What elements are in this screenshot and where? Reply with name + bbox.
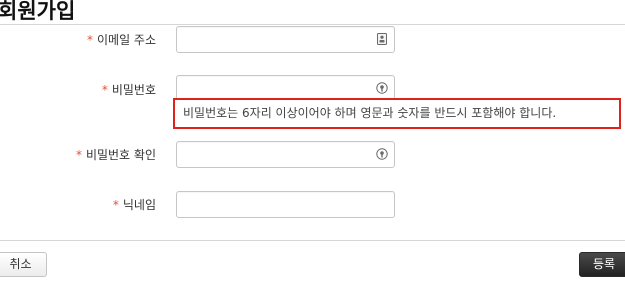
cancel-button[interactable]: 취소 [0, 252, 47, 277]
email-field[interactable] [176, 26, 395, 53]
nickname-label-text: 닉네임 [122, 198, 156, 212]
key-icon [376, 148, 388, 160]
required-mark: * [86, 33, 93, 47]
submit-button[interactable]: 등록 [579, 252, 625, 277]
footer-divider [0, 240, 625, 241]
email-label-text: 이메일 주소 [96, 33, 156, 47]
required-mark: * [101, 83, 108, 97]
password-confirm-label: * 비밀번호 확인 [76, 147, 156, 163]
id-card-icon [376, 33, 388, 45]
password-confirm-field[interactable] [176, 141, 395, 168]
title-divider [0, 24, 625, 25]
password-label-text: 비밀번호 [111, 83, 156, 97]
required-mark: * [112, 198, 119, 212]
password-confirm-label-text: 비밀번호 확인 [85, 148, 156, 162]
nickname-label: * 닉네임 [113, 197, 156, 213]
key-icon [376, 82, 388, 94]
password-label: * 비밀번호 [102, 82, 156, 98]
password-hint-tooltip: 비밀번호는 6자리 이상이어야 하며 영문과 숫자를 반드시 포함해야 합니다. [173, 98, 621, 129]
page-title: 회원가입 [0, 0, 76, 23]
email-label: * 이메일 주소 [87, 32, 156, 48]
nickname-field[interactable] [176, 191, 395, 218]
required-mark: * [75, 148, 82, 162]
